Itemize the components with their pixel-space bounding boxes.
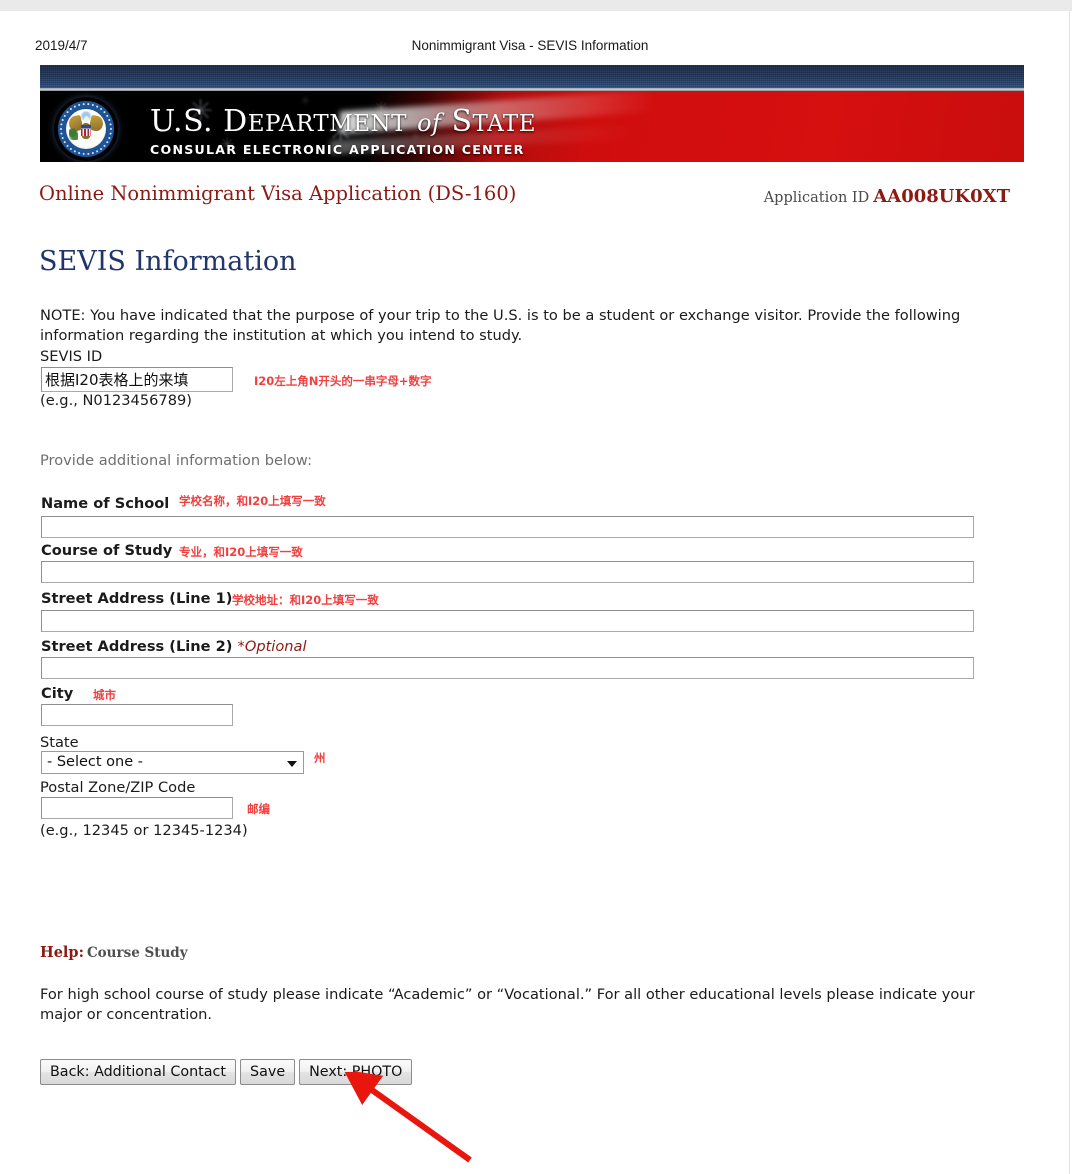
street-address-2-optional: *Optional <box>237 638 307 655</box>
application-id-value: AA008UK0XT <box>873 186 1010 207</box>
save-button[interactable]: Save <box>240 1059 296 1085</box>
application-id-label: Application ID <box>763 190 870 206</box>
state-select-value: - Select one - <box>47 754 144 770</box>
app-title: Online Nonimmigrant Visa Application (DS… <box>39 182 517 205</box>
dos-banner: ✳ ✳ ✳ ✳ ✳ ✳ ✳ ✳ ✳ <box>40 65 1024 162</box>
banner-navy-band <box>40 65 1024 88</box>
dos-title: U.S. DEPARTMENT of STATE <box>150 104 537 139</box>
street-address-1-input[interactable] <box>41 610 974 632</box>
chevron-down-icon <box>287 760 297 767</box>
dos-wordmark: U.S. DEPARTMENT of STATE CONSULAR ELECTR… <box>150 104 650 158</box>
course-of-study-label: Course of Study <box>41 542 173 559</box>
school-name-input[interactable] <box>41 516 974 538</box>
page-title: SEVIS Information <box>39 246 297 277</box>
city-annotation: 城市 <box>93 688 116 702</box>
page-root: 2019/4/7 Nonimmigrant Visa - SEVIS Infor… <box>0 0 1072 1174</box>
banner-flag-background: ✳ ✳ ✳ ✳ ✳ ✳ ✳ ✳ ✳ <box>40 91 1024 162</box>
street-address-1-label: Street Address (Line 1) <box>41 590 233 607</box>
school-name-annotation: 学校名称，和I20上填写一致 <box>179 494 326 508</box>
browser-chrome-strip <box>0 0 1072 11</box>
print-document-title: Nonimmigrant Visa - SEVIS Information <box>411 38 649 53</box>
street-address-2-input[interactable] <box>41 657 974 679</box>
help-label: Help: <box>40 944 84 961</box>
state-label: State <box>40 734 79 751</box>
state-annotation: 州 <box>314 751 326 765</box>
postal-code-example: (e.g., 12345 or 12345-1234) <box>40 822 248 839</box>
application-id: Application ID AA008UK0XT <box>764 186 1010 207</box>
help-body: For high school course of study please i… <box>40 986 975 1023</box>
sevis-id-example: (e.g., N0123456789) <box>40 392 192 409</box>
postal-code-annotation: 邮编 <box>247 802 270 816</box>
street-address-2-label: Street Address (Line 2) *Optional <box>41 638 307 655</box>
help-topic: Course Study <box>86 945 188 961</box>
annotation-arrow <box>343 1072 472 1163</box>
provide-additional-text: Provide additional information below: <box>40 452 312 469</box>
course-of-study-annotation: 专业，和I20上填写一致 <box>179 545 303 559</box>
dos-subtitle: CONSULAR ELECTRONIC APPLICATION CENTER <box>150 142 525 157</box>
print-header: 2019/4/7 Nonimmigrant Visa - SEVIS Infor… <box>0 38 1060 58</box>
postal-code-label: Postal Zone/ZIP Code <box>40 779 196 796</box>
page-right-border <box>1069 11 1070 1174</box>
page-note: NOTE: You have indicated that the purpos… <box>40 307 961 344</box>
city-label: City <box>41 685 74 702</box>
city-input[interactable] <box>41 704 233 726</box>
sevis-id-annotation: I20左上角N开头的一串字母+数字 <box>254 374 432 388</box>
state-select[interactable]: - Select one - <box>41 751 304 774</box>
sevis-id-label: SEVIS ID <box>40 348 103 365</box>
great-seal-icon <box>54 97 118 161</box>
school-name-label: Name of School <box>41 495 170 512</box>
postal-code-input[interactable] <box>41 797 233 819</box>
sevis-id-input[interactable] <box>41 367 233 392</box>
help-header: Help: Course Study <box>40 944 188 961</box>
back-button[interactable]: Back: Additional Contact <box>40 1059 237 1085</box>
street-address-1-annotation: 学校地址：和I20上填写一致 <box>232 593 379 607</box>
course-of-study-input[interactable] <box>41 561 974 583</box>
